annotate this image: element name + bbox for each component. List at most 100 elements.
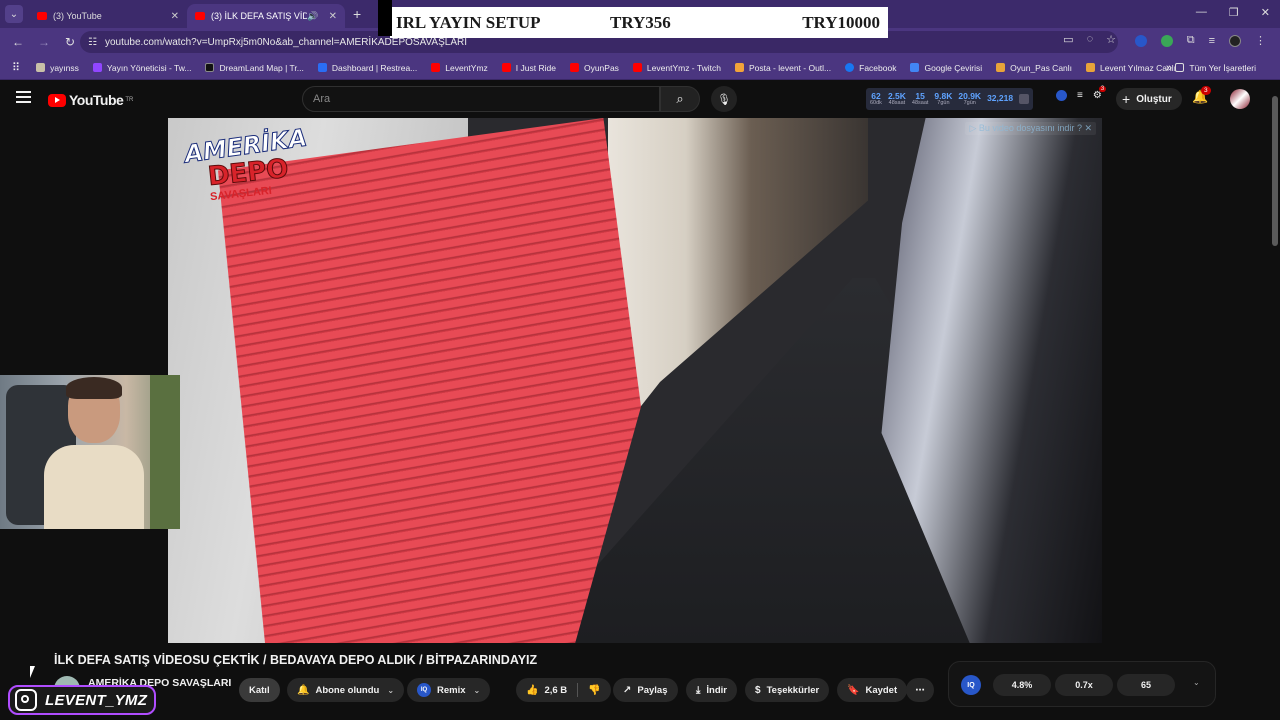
bookmark-star-icon[interactable]: ☆ [1106,33,1116,46]
address-bar-actions: ▭ ◌ ☆ [1063,33,1116,46]
window-controls: — ❐ ✕ [1196,6,1270,19]
browser-tab-video[interactable]: (3) İLK DEFA SATIŞ VİDEOSU 🔊 ✕ [187,4,345,28]
page-scrollbar[interactable] [1270,80,1280,720]
bookmark-item[interactable]: Dashboard | Restrea... [317,63,417,73]
header-extension-icons: ≡ ⚙ 3 [1056,86,1107,101]
bookmark-item[interactable]: OyunPas [569,63,619,73]
play-small-icon: ▷ [969,123,979,133]
browser-tab-youtube[interactable]: (3) YouTube ✕ [29,4,187,28]
download-hint[interactable]: ▷ Bu video dosyasını indir ? ✕ [965,122,1096,135]
bookmark-item[interactable]: Oyun_Pas Canlı [996,63,1072,73]
kebab-menu-icon[interactable]: ⋮ [1255,34,1266,47]
close-window-icon[interactable]: ✕ [1261,6,1270,19]
search-button[interactable]: ⌕ [660,86,700,112]
green-extension-icon[interactable] [1160,34,1173,47]
subscribed-button[interactable]: 🔔 Abone olundu ⌄ [287,678,405,702]
all-bookmarks-button[interactable]: Tüm Yer İşaretleri [1175,63,1256,73]
apps-grid-icon[interactable]: ⠿ [12,61,20,74]
iq-logo-icon[interactable]: IQ [961,675,981,695]
bookmark-item[interactable]: Google Çevirisi [910,63,982,73]
tab-title: (3) YouTube [53,11,102,21]
chevron-down-icon: ⌄ [473,685,481,695]
scrollbar-thumb[interactable] [1272,96,1278,246]
iq-icon[interactable] [1056,90,1067,101]
streamer-webcam [0,375,180,529]
profile-icon[interactable] [1229,34,1241,47]
download-icon: ⤓ [696,684,701,696]
bookmark-item[interactable]: Posta - levent - Outl... [734,63,831,73]
video-title: İLK DEFA SATIŞ VİDEOSU ÇEKTİK / BEDAVAYA… [54,653,538,667]
thumbs-up-icon[interactable]: 👍 [526,685,538,696]
like-dislike-group[interactable]: 👍 2,6 B 👎 [516,678,611,702]
restore-icon[interactable]: ❐ [1229,6,1239,19]
iq-extension-icon[interactable] [1134,34,1147,47]
site-info-icon[interactable]: ☷ [88,37,97,48]
youtube-icon [569,63,579,72]
channel-stats-widget[interactable]: 62 60dk 2.5K 48saat 15 48saat 9.8K 7gün 20.9… [866,88,1034,110]
voice-search-button[interactable]: 🎙 [711,86,737,112]
more-horizontal-icon: ⋯ [915,684,925,696]
extension-badge-icon[interactable]: ⚙ 3 [1093,86,1107,101]
notifications-button[interactable]: 🔔 3 [1192,86,1211,105]
bookmark-item[interactable]: yayınss [36,63,79,73]
share-button[interactable]: ↗ Paylaş [613,678,678,702]
channel-logo-watermark: AMERİKA DEPO SAVAŞLARI [182,123,309,204]
bookmark-item[interactable]: Facebook [845,63,896,73]
stat-item: 32,218 [987,93,1014,104]
bookmark-item[interactable]: LeventYmz [431,63,488,73]
bookmark-item[interactable]: DreamLand Map | Tr... [205,63,304,73]
stat-item: 9.8K 7gün [934,90,953,106]
tab-search-icon[interactable]: ⌄ [5,5,23,23]
search-icon: ⌕ [676,91,684,106]
more-actions-button[interactable]: ⋯ [906,678,934,702]
puzzle-extensions-icon[interactable]: ⧉ [1187,34,1195,47]
goal-title: IRL YAYIN SETUP [396,13,541,32]
video-player[interactable]: AMERİKA DEPO SAVAŞLARI ▷ Bu video dosyas… [168,118,1102,643]
youtube-logo[interactable]: YouTube TR [48,92,133,108]
search-input[interactable]: Ara [302,86,660,112]
eye-off-icon[interactable]: ◌ [1087,33,1094,46]
forward-arrow-icon[interactable]: → [36,35,52,49]
save-button[interactable]: 🔖 Kaydet [837,678,908,702]
more-bookmarks-icon[interactable]: » [1166,62,1172,74]
bookmark-item[interactable]: I Just Ride [501,63,556,73]
account-avatar[interactable] [1230,89,1250,109]
stats-settings-icon[interactable] [1019,94,1030,104]
back-arrow-icon[interactable]: ← [10,35,26,49]
download-button[interactable]: ⤓ İndir [686,678,738,702]
bookmark-item[interactable]: Levent Yılmaz Canlı [1086,63,1176,73]
youtube-icon [501,63,511,72]
youtube-icon [632,63,642,72]
join-button[interactable]: Katıl [239,678,280,702]
twitch-icon [92,63,102,72]
share-arrow-icon: ↗ [623,684,632,696]
restream-icon [317,63,327,72]
iq-stat-multiplier: 0.7x [1055,674,1113,696]
instagram-icon [15,689,37,711]
close-tab-icon[interactable]: ✕ [171,11,179,22]
instagram-handle-overlay: LEVENT_YMZ [8,685,156,715]
create-button[interactable]: + Oluştur [1116,88,1182,110]
reload-icon[interactable]: ↻ [62,35,78,49]
youtube-favicon-icon [37,12,47,20]
menu-hamburger-icon[interactable] [16,91,31,103]
bookmark-icon: 🔖 [847,684,860,696]
reading-list-icon[interactable]: ≡ [1209,35,1215,47]
dreamland-icon [205,63,215,72]
new-tab-button[interactable]: + [353,6,361,22]
google-translate-icon [910,63,920,72]
speaker-icon[interactable]: 🔊 [307,11,318,22]
remix-button[interactable]: IQ Remix ⌄ [407,678,491,702]
bookmark-item[interactable]: LeventYmz - Twitch [632,63,721,73]
thumbs-down-icon[interactable]: 👎 [588,685,600,696]
list-icon[interactable]: ≡ [1077,90,1083,101]
plus-icon: + [1122,91,1131,107]
minimize-icon[interactable]: — [1196,6,1207,19]
cast-icon[interactable]: ▭ [1063,33,1073,46]
bookmark-item[interactable]: Yayın Yöneticisi - Tw... [92,63,191,73]
chevron-down-icon[interactable]: ⌄ [1193,678,1200,687]
youtube-masthead: YouTube TR Ara ⌕ 🎙 62 60dk 2.5K 48saat 15 4… [0,80,1270,118]
extensions-area: ⧉ ≡ ⋮ [1134,34,1266,47]
thanks-button[interactable]: $ Teşekkürler [745,678,830,702]
close-tab-icon[interactable]: ✕ [329,11,337,22]
